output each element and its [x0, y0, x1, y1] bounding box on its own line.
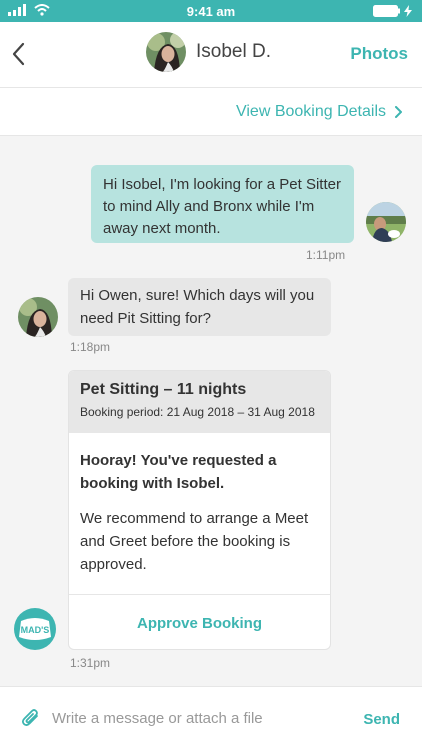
- booking-card-header: Pet Sitting – 11 nights Booking period: …: [69, 371, 330, 433]
- back-button[interactable]: [8, 38, 32, 70]
- photos-link[interactable]: Photos: [350, 44, 408, 64]
- contact-avatar-small: [18, 297, 58, 337]
- status-left: [8, 4, 50, 16]
- message-bubble-outgoing: Hi Isobel, I'm looking for a Pet Sitter …: [91, 165, 354, 243]
- user-avatar: [366, 202, 406, 242]
- contact-avatar: [146, 32, 186, 72]
- booking-period: Booking period: 21 Aug 2018 – 31 Aug 201…: [80, 405, 315, 419]
- attach-button[interactable]: [20, 707, 42, 734]
- wifi-icon: [34, 4, 50, 16]
- paperclip-icon: [21, 709, 38, 727]
- charging-icon: [404, 5, 412, 17]
- message-input[interactable]: [52, 705, 332, 731]
- contact-info[interactable]: Isobel D.: [146, 32, 271, 72]
- service-logo-avatar: MAD'S: [14, 608, 56, 650]
- contact-name: Isobel D.: [196, 41, 271, 62]
- booking-card-headline: Hooray! You've requested a booking with …: [80, 452, 277, 492]
- brand-logo-icon: MAD'S: [19, 618, 51, 640]
- message-bubble-incoming: Hi Owen, sure! Which days will you need …: [68, 278, 331, 336]
- message-time: 1:31pm: [70, 656, 111, 670]
- message-time: 1:18pm: [70, 340, 111, 354]
- view-booking-details-link[interactable]: View Booking Details: [236, 103, 402, 121]
- battery-icon: [373, 5, 400, 17]
- send-button[interactable]: Send: [363, 711, 400, 728]
- view-booking-details-label: View Booking Details: [235, 103, 386, 120]
- approve-booking-button[interactable]: Approve Booking: [69, 595, 330, 649]
- chevron-right-icon: [395, 106, 402, 118]
- booking-card-text: We recommend to arrange a Meet and Greet…: [80, 510, 309, 573]
- booking-details-bar: View Booking Details: [0, 88, 422, 136]
- status-right: [373, 5, 412, 17]
- booking-card-body: Hooray! You've requested a booking with …: [69, 433, 330, 595]
- message-time: 1:11pm: [306, 248, 346, 262]
- chat-header: Isobel D. Photos: [0, 22, 422, 88]
- chevron-left-icon: [12, 42, 25, 66]
- message-composer: Send: [0, 686, 422, 750]
- booking-request-card: Pet Sitting – 11 nights Booking period: …: [68, 370, 331, 650]
- status-time: 9:41 am: [186, 3, 236, 19]
- status-bar: 9:41 am: [0, 0, 422, 22]
- signal-icon: [8, 4, 26, 16]
- booking-card-title: Pet Sitting – 11 nights: [80, 381, 247, 398]
- logo-text: MAD'S: [21, 625, 50, 635]
